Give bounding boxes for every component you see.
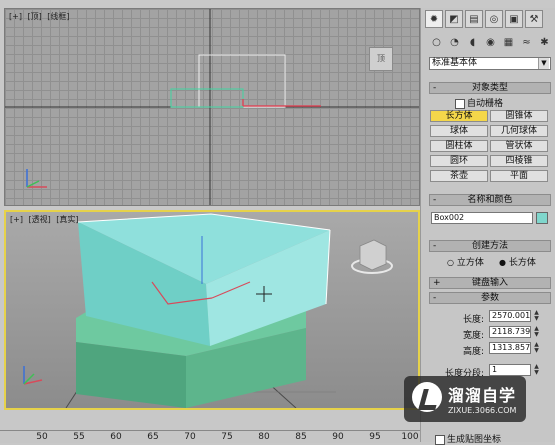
ruler-tick: 60	[110, 432, 122, 442]
gen-mapping-label: 生成贴图坐标	[447, 435, 502, 445]
rollout-title: 参数	[480, 293, 499, 303]
name-color-rollout-header[interactable]: - 名称和颜色	[429, 194, 551, 206]
top-viewport[interactable]: [+] [顶] [线框] 顶	[4, 8, 420, 206]
geometry-icon[interactable]: ○	[429, 35, 444, 50]
watermark-subtitle: ZIXUE.3066.COM	[448, 406, 517, 415]
length-segs-field[interactable]: 1	[489, 364, 531, 376]
ruler-tick: 55	[73, 432, 85, 442]
motion-tab-icon[interactable]: ◎	[485, 10, 503, 28]
ruler-tick: 50	[36, 432, 48, 442]
plane-button[interactable]: 平面	[490, 170, 548, 182]
box-radio[interactable]: ● 长方体	[499, 255, 536, 268]
watermark-title: 溜溜自学	[448, 386, 517, 405]
ruler-tick: 100	[401, 432, 419, 442]
height-field[interactable]: 1313.857	[489, 342, 531, 354]
teapot-button[interactable]: 茶壶	[430, 170, 488, 182]
chevron-down-icon[interactable]: ▼	[538, 58, 549, 69]
rollout-title: 对象类型	[471, 83, 508, 93]
length-field[interactable]: 2570.001	[489, 310, 531, 322]
lights-icon[interactable]: ◖	[465, 35, 480, 50]
cameras-icon[interactable]: ◉	[483, 35, 498, 50]
object-name-field[interactable]: Box002	[431, 212, 533, 224]
width-label: 宽度:	[463, 331, 485, 341]
ruler-tick: 85	[295, 432, 307, 442]
create-category-icons: ○ ◔ ◖ ◉ ▦ ≈ ✱	[429, 35, 552, 50]
checkbox-box[interactable]	[435, 434, 445, 445]
box002-top-outline	[170, 88, 244, 108]
height-label: 高度:	[463, 347, 485, 357]
cylinder-button[interactable]: 圆柱体	[430, 140, 488, 152]
cube-radio-label: 立方体	[456, 258, 484, 268]
tube-button[interactable]: 管状体	[490, 140, 548, 152]
width-field[interactable]: 2118.739	[489, 326, 531, 338]
helpers-icon[interactable]: ▦	[501, 35, 516, 50]
spacewarps-icon[interactable]: ≈	[519, 35, 534, 50]
sphere-button[interactable]: 球体	[430, 125, 488, 137]
utilities-tab-icon[interactable]: ⚒	[525, 10, 543, 28]
rollout-title: 名称和颜色	[467, 195, 513, 205]
timeline-ruler[interactable]: 50 55 60 65 70 75 80 85 90 95 100	[0, 430, 420, 443]
box-top-outline	[198, 54, 286, 108]
perspective-scene	[23, 213, 393, 408]
ruler-tick: 65	[147, 432, 159, 442]
shapes-icon[interactable]: ◔	[447, 35, 462, 50]
systems-icon[interactable]: ✱	[537, 35, 552, 50]
top-viewport-scene	[5, 9, 419, 205]
cone-button[interactable]: 圆锥体	[490, 110, 548, 122]
height-spinner[interactable]: ▲ ▼	[533, 342, 540, 354]
primitive-type-select[interactable]: 标准基本体 ▼	[429, 57, 551, 70]
cube-radio[interactable]: ○ 立方体	[447, 255, 484, 268]
autogrid-checkbox[interactable]: 自动栅格	[455, 96, 503, 109]
ruler-tick: 75	[221, 432, 233, 442]
parameters-rollout-header[interactable]: - 参数	[429, 292, 551, 304]
viewcube-top[interactable]: 顶	[369, 47, 393, 71]
create-tab-icon[interactable]: ✹	[425, 10, 443, 28]
primitive-type-value: 标准基本体	[432, 58, 478, 68]
box-button[interactable]: 长方体	[430, 110, 488, 122]
display-tab-icon[interactable]: ▣	[505, 10, 523, 28]
perspective-viewport[interactable]: [+] [透视] [真实]	[4, 210, 420, 410]
watermark-logo-icon	[412, 382, 442, 412]
autogrid-label: 自动栅格	[467, 99, 504, 109]
ruler-tick: 70	[184, 432, 196, 442]
ruler-tick: 95	[369, 432, 381, 442]
creation-method-rollout-header[interactable]: - 创建方法	[429, 240, 551, 252]
length-label: 长度:	[463, 315, 485, 325]
width-spinner[interactable]: ▲ ▼	[533, 326, 540, 338]
modify-tab-icon[interactable]: ◩	[445, 10, 463, 28]
watermark: 溜溜自学 ZIXUE.3066.COM	[404, 376, 526, 422]
ruler-tick: 90	[332, 432, 344, 442]
hierarchy-tab-icon[interactable]: ▤	[465, 10, 483, 28]
checkbox-box[interactable]	[455, 98, 465, 109]
ruler-tick: 80	[258, 432, 270, 442]
torus-button[interactable]: 圆环	[430, 155, 488, 167]
viewcube-persp	[359, 239, 387, 271]
rollout-title: 键盘输入	[471, 278, 508, 288]
object-color-swatch[interactable]	[536, 212, 548, 224]
rollout-title: 创建方法	[471, 241, 508, 251]
pyramid-button[interactable]: 四棱锥	[490, 155, 548, 167]
box-radio-label: 长方体	[508, 258, 536, 268]
object-type-rollout-header[interactable]: - 对象类型	[429, 82, 551, 94]
gen-mapping-checkbox[interactable]: 生成贴图坐标	[435, 432, 501, 445]
geosphere-button[interactable]: 几何球体	[490, 125, 548, 137]
length-segs-spinner[interactable]: ▲ ▼	[533, 364, 540, 376]
length-spinner[interactable]: ▲ ▼	[533, 310, 540, 322]
command-panel-tabs: ✹ ◩ ▤ ◎ ▣ ⚒	[425, 10, 543, 28]
keyboard-entry-rollout-header[interactable]: + 键盘输入	[429, 277, 551, 289]
